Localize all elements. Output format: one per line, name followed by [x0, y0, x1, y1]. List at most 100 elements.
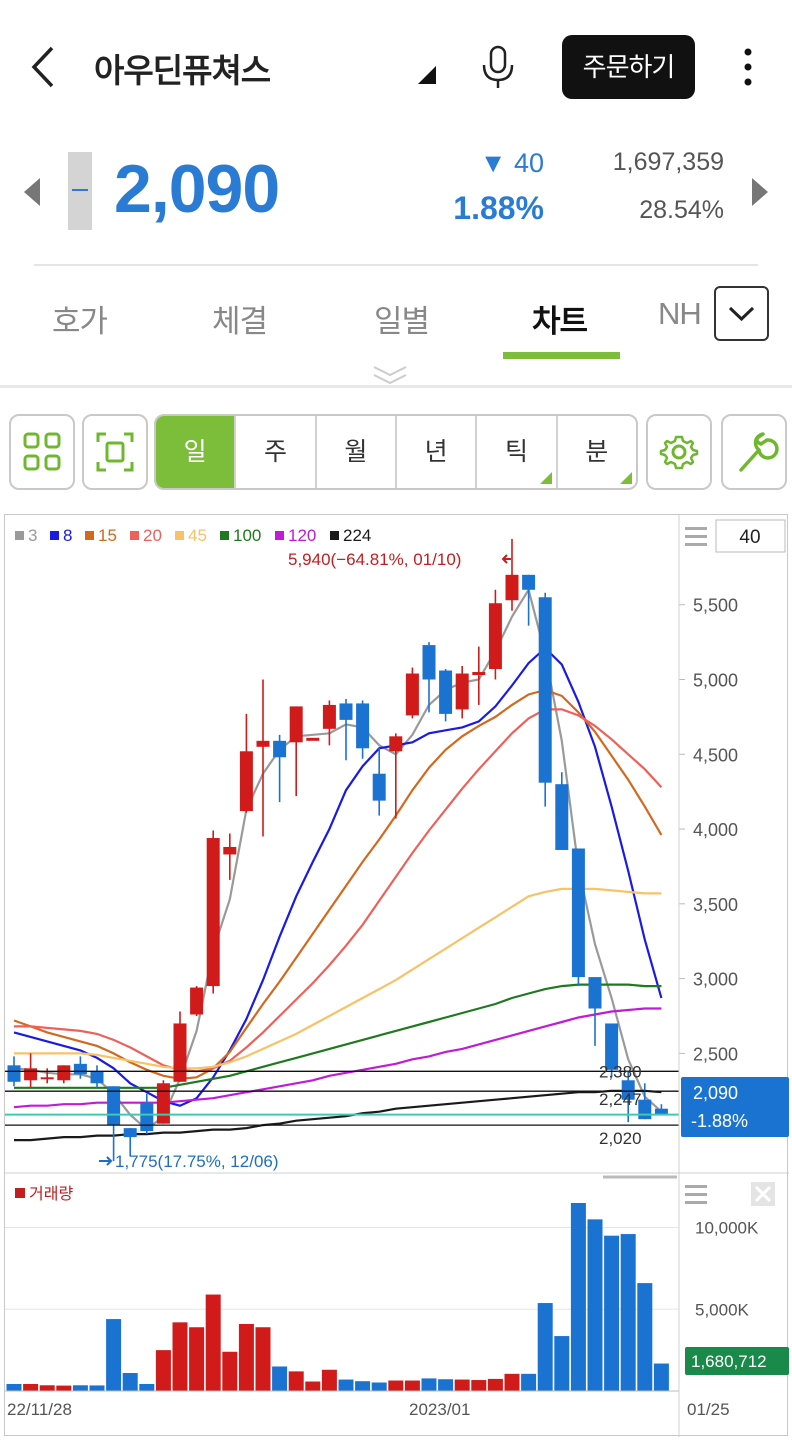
prev-stock-arrow-icon[interactable]: [24, 178, 40, 206]
volume-bar[interactable]: [23, 1383, 39, 1391]
volume-bar[interactable]: [454, 1379, 470, 1391]
candle-body[interactable]: [306, 737, 320, 741]
volume-bar[interactable]: [587, 1219, 603, 1391]
chart-menu-icon[interactable]: [685, 527, 707, 546]
volume-bar[interactable]: [321, 1369, 337, 1391]
candle-body[interactable]: [571, 848, 585, 978]
volume-bar[interactable]: [89, 1385, 105, 1391]
volume-bar[interactable]: [371, 1382, 387, 1391]
candle-body[interactable]: [538, 597, 552, 783]
candle-body[interactable]: [190, 987, 204, 1015]
candle-body[interactable]: [239, 751, 253, 812]
next-stock-arrow-icon[interactable]: [752, 178, 768, 206]
candle-body[interactable]: [173, 1023, 187, 1082]
volume-bar[interactable]: [56, 1385, 72, 1391]
close-volume-icon[interactable]: [751, 1182, 775, 1206]
order-button[interactable]: 주문하기: [562, 35, 695, 99]
volume-bar[interactable]: [288, 1371, 304, 1391]
candle-body[interactable]: [439, 670, 453, 714]
tab-orderbook[interactable]: 호가: [52, 296, 108, 341]
volume-bar[interactable]: [72, 1385, 88, 1391]
candle-body[interactable]: [389, 736, 403, 752]
candle-body[interactable]: [405, 673, 419, 716]
tab-daily[interactable]: 일별: [374, 296, 430, 341]
candle-body[interactable]: [123, 1128, 137, 1138]
candle-body[interactable]: [522, 574, 536, 590]
stock-name[interactable]: 아우딘퓨쳐스: [94, 44, 271, 92]
candle-body[interactable]: [107, 1086, 121, 1126]
volume-menu-icon[interactable]: [685, 1185, 707, 1204]
volume-bar[interactable]: [6, 1383, 22, 1391]
more-vertical-icon[interactable]: [734, 44, 762, 90]
volume-bar[interactable]: [438, 1379, 454, 1391]
candle-body[interactable]: [156, 1083, 170, 1124]
volume-bar[interactable]: [355, 1381, 371, 1391]
volume-bar[interactable]: [570, 1203, 586, 1391]
volume-bar[interactable]: [338, 1379, 354, 1391]
volume-bar[interactable]: [238, 1323, 254, 1391]
candle-body[interactable]: [372, 773, 386, 801]
period-tick-button[interactable]: 틱: [477, 416, 558, 488]
tab-chart[interactable]: 차트: [532, 296, 588, 341]
candle-body[interactable]: [488, 603, 502, 670]
volume-bar[interactable]: [172, 1322, 188, 1391]
volume-bar[interactable]: [620, 1234, 636, 1391]
tools-button[interactable]: [721, 414, 787, 490]
candle-body[interactable]: [273, 740, 287, 758]
candle-body[interactable]: [505, 574, 519, 601]
tab-nh[interactable]: NH: [658, 296, 712, 332]
chart-canvas[interactable]: 2,380 2,247 2,020 2,500 3,000 3,500 4,000 4,50…: [5, 515, 789, 1437]
volume-bar[interactable]: [205, 1294, 221, 1391]
volume-bar[interactable]: [404, 1380, 420, 1391]
period-minute-button[interactable]: 분: [558, 416, 636, 488]
candle-body[interactable]: [555, 784, 569, 850]
fullscreen-button[interactable]: [82, 414, 148, 490]
chart-settings-button[interactable]: [646, 414, 712, 490]
volume-bar[interactable]: [604, 1235, 620, 1391]
volume-bar[interactable]: [487, 1378, 503, 1391]
grid-layout-button[interactable]: [9, 414, 75, 490]
more-tabs-button[interactable]: [714, 286, 769, 341]
volume-bar[interactable]: [305, 1381, 321, 1391]
volume-bar[interactable]: [504, 1373, 520, 1391]
volume-bar[interactable]: [106, 1319, 122, 1391]
volume-bar[interactable]: [39, 1385, 55, 1391]
candle-body[interactable]: [289, 706, 303, 743]
volume-bar[interactable]: [122, 1373, 138, 1391]
volume-bar[interactable]: [155, 1350, 171, 1391]
candle-body[interactable]: [455, 673, 469, 710]
candle-body[interactable]: [223, 846, 237, 855]
volume-bar[interactable]: [471, 1380, 487, 1391]
candle-body[interactable]: [40, 1077, 54, 1080]
candle-body[interactable]: [256, 740, 270, 747]
candle-body[interactable]: [7, 1065, 21, 1082]
candle-body[interactable]: [588, 977, 602, 1009]
candle-body[interactable]: [140, 1102, 154, 1132]
candle-body[interactable]: [322, 704, 336, 729]
dropdown-triangle-icon[interactable]: [418, 66, 436, 84]
volume-bar[interactable]: [222, 1351, 238, 1391]
tab-trades[interactable]: 체결: [212, 296, 268, 341]
candle-body[interactable]: [24, 1068, 38, 1081]
candle-body[interactable]: [472, 672, 486, 676]
volume-bar[interactable]: [388, 1380, 404, 1391]
volume-bar[interactable]: [637, 1283, 653, 1391]
period-month-button[interactable]: 월: [317, 416, 397, 488]
candle-body[interactable]: [356, 703, 370, 749]
candle-body[interactable]: [339, 703, 353, 720]
period-week-button[interactable]: 주: [236, 416, 317, 488]
volume-bar[interactable]: [521, 1373, 537, 1391]
back-icon[interactable]: [26, 44, 66, 90]
candle-body[interactable]: [422, 645, 436, 680]
period-year-button[interactable]: 년: [397, 416, 478, 488]
volume-bar[interactable]: [421, 1378, 437, 1391]
volume-bar[interactable]: [272, 1366, 288, 1391]
period-day-button[interactable]: 일: [156, 416, 237, 488]
stock-chart[interactable]: 2,380 2,247 2,020 2,500 3,000 3,500 4,000 4,50…: [4, 514, 789, 1437]
candle-body[interactable]: [73, 1063, 87, 1075]
candle-body[interactable]: [206, 838, 220, 987]
volume-bar[interactable]: [537, 1303, 553, 1391]
volume-bar[interactable]: [255, 1327, 271, 1391]
volume-bar[interactable]: [554, 1336, 570, 1391]
volume-bar[interactable]: [189, 1327, 205, 1391]
